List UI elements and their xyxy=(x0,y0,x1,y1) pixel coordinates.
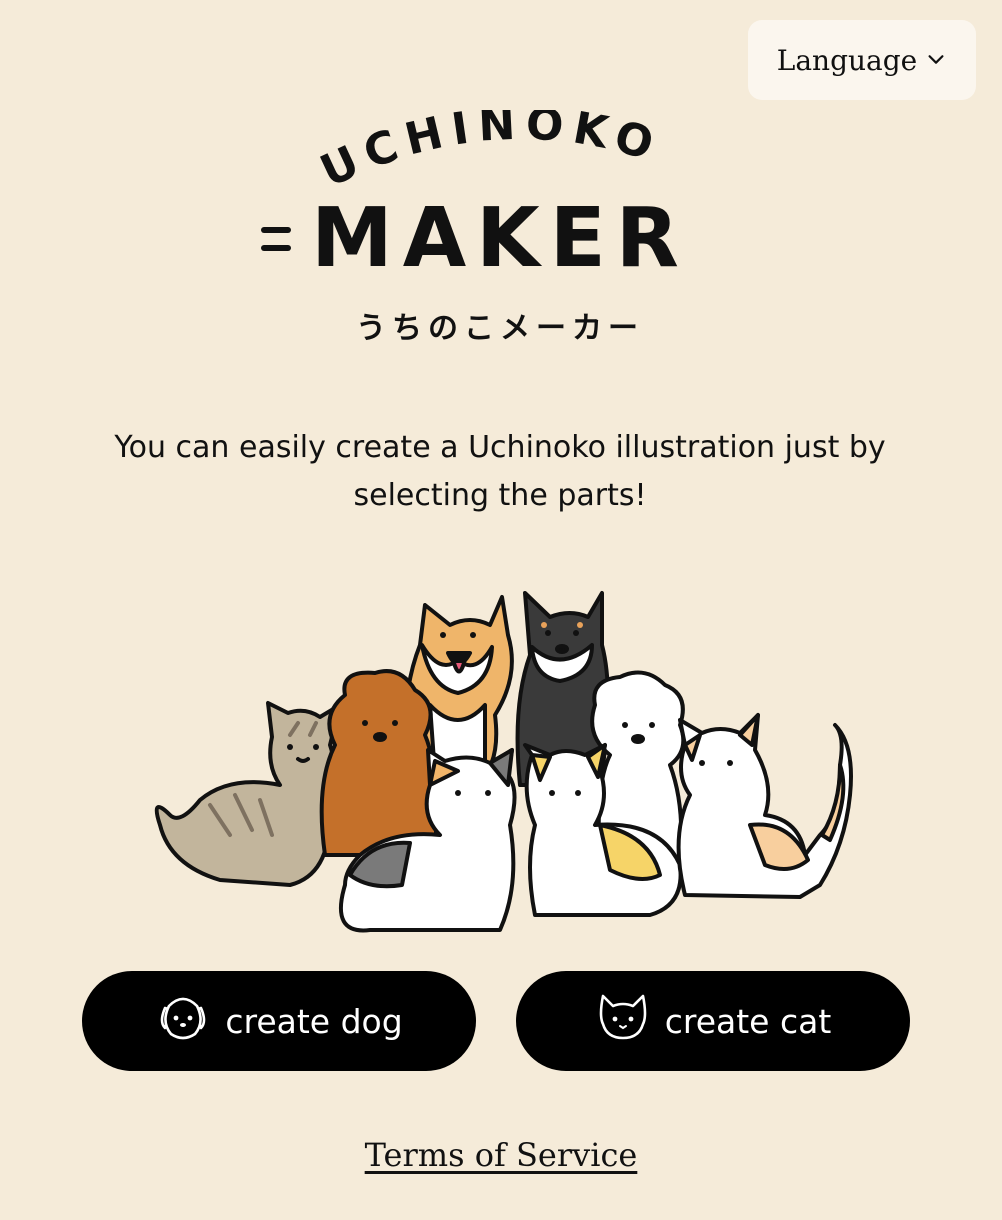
create-cat-label: create cat xyxy=(664,1001,832,1041)
dog-face-icon xyxy=(155,992,211,1050)
cat-face-icon xyxy=(595,992,651,1050)
tabby-cat-figure xyxy=(154,701,342,887)
create-dog-label: create dog xyxy=(225,1001,403,1041)
uchinoko-maker-logo: UCHINOKO MAKER うちのこメーカー xyxy=(250,98,750,360)
create-dog-button[interactable]: create dog xyxy=(82,971,476,1071)
page: Language UCHINOKO MAKER うちのこメーカー You can… xyxy=(0,0,1002,1220)
language-selector[interactable]: Language xyxy=(748,20,976,100)
language-label: Language xyxy=(776,43,918,77)
long-haired-cat-figure xyxy=(676,713,853,899)
chevron-down-icon xyxy=(925,44,947,77)
intro-tagline: You can easily create a Uchinoko illustr… xyxy=(114,430,886,513)
logo-main-text: MAKER xyxy=(311,191,689,286)
create-cat-button[interactable]: create cat xyxy=(516,971,910,1071)
terms-of-service-link[interactable]: Terms of Service xyxy=(300,1136,702,1174)
svg-text:UCHINOKO: UCHINOKO xyxy=(313,110,668,198)
toy-poodle-dog-figure xyxy=(319,669,439,857)
logo-subtitle-jp: うちのこメーカー xyxy=(356,311,644,346)
logo-top-text: UCHINOKO xyxy=(313,98,659,197)
pets-illustration xyxy=(140,585,860,940)
